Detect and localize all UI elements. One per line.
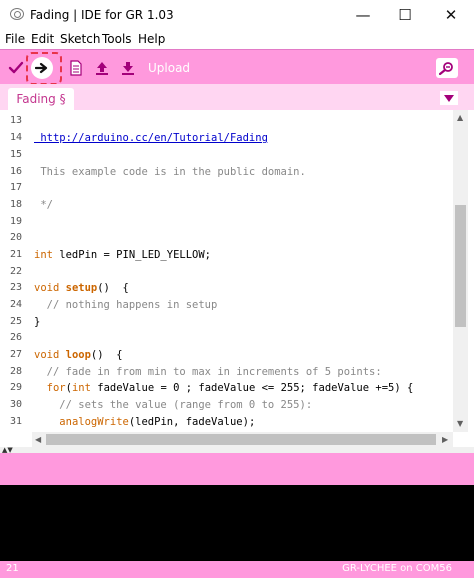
up-arrow-icon	[96, 62, 108, 75]
code-line-21: int ledPin = PIN_LED_YELLOW;	[34, 249, 212, 261]
line-number: 18	[9, 199, 22, 210]
code-line-27: void loop() {	[34, 349, 123, 361]
verify-button[interactable]	[6, 58, 26, 78]
line-number: 27	[9, 349, 22, 360]
code-line-29: for(int fadeValue = 0 ; fadeValue <= 255…	[46, 382, 414, 394]
triangle-down-icon	[444, 94, 454, 102]
serial-monitor-button[interactable]	[436, 58, 458, 78]
menu-help[interactable]: Help	[138, 32, 165, 46]
line-number: 26	[9, 332, 22, 343]
line-number: 30	[9, 399, 22, 410]
scroll-right-arrow-icon[interactable]: ▶	[442, 435, 448, 445]
tab-strip: Fading §	[0, 84, 474, 110]
horizontal-scrollbar[interactable]: ◀ ▶	[32, 432, 453, 447]
code-editor[interactable]: 13 14 15 16 17 18 19 20 21 22 23 24 25 2…	[0, 110, 474, 448]
line-number: 25	[9, 316, 22, 327]
message-area	[0, 453, 474, 485]
menu-bar: File Edit Sketch Tools Help	[0, 30, 474, 48]
minimize-button[interactable]: —	[350, 4, 376, 26]
line-number: 17	[9, 182, 22, 193]
window-title: Fading | IDE for GR 1.03	[30, 8, 174, 22]
line-number: 13	[9, 115, 22, 126]
board-port-label: GR-LYCHEE on COM56	[342, 563, 452, 574]
code-line-16: This example code is in the public domai…	[34, 166, 306, 178]
toolbar-hover-label: Upload	[148, 61, 191, 75]
code-line-23: void setup() {	[34, 282, 129, 294]
line-number: 14	[9, 132, 22, 143]
vertical-scrollbar[interactable]: ▲ ▼	[453, 110, 468, 432]
line-number: 22	[9, 266, 22, 277]
vertical-scroll-thumb[interactable]	[455, 205, 466, 327]
toolbar: Upload	[0, 49, 474, 84]
line-number: 19	[9, 216, 22, 227]
app-icon	[10, 8, 24, 20]
save-button[interactable]	[118, 58, 138, 78]
code-line-18: */	[34, 199, 53, 211]
code-line-25: }	[34, 316, 41, 328]
console-output[interactable]	[0, 485, 474, 561]
document-icon	[70, 60, 82, 76]
line-number: 29	[9, 382, 22, 393]
tab-fading[interactable]: Fading §	[8, 88, 74, 110]
line-number: 16	[9, 166, 22, 177]
new-button[interactable]	[66, 58, 86, 78]
line-number: 21	[9, 249, 22, 260]
maximize-button[interactable]: ☐	[392, 4, 418, 26]
menu-tools[interactable]: Tools	[102, 32, 132, 46]
line-number: 31	[9, 416, 22, 427]
menu-sketch[interactable]: Sketch	[60, 32, 100, 46]
horizontal-scroll-thumb[interactable]	[46, 434, 436, 445]
line-number: 23	[9, 282, 22, 293]
code-line-31: analogWrite(ledPin, fadeValue);	[59, 416, 256, 428]
line-number: 28	[9, 366, 22, 377]
line-number: 20	[9, 232, 22, 243]
open-button[interactable]	[92, 58, 112, 78]
magnifier-icon	[439, 62, 453, 75]
close-button[interactable]: ✕	[438, 4, 464, 26]
scroll-left-arrow-icon[interactable]: ◀	[35, 435, 41, 445]
scroll-up-arrow-icon[interactable]: ▲	[457, 113, 463, 123]
upload-button-highlight	[26, 52, 62, 85]
line-number: 15	[9, 149, 22, 160]
scroll-down-arrow-icon[interactable]: ▼	[457, 419, 463, 429]
line-number-gutter: 13 14 15 16 17 18 19 20 21 22 23 24 25 2…	[0, 110, 30, 440]
title-bar: Fading | IDE for GR 1.03 — ☐ ✕	[0, 0, 474, 30]
down-arrow-icon	[122, 62, 134, 75]
code-line-14[interactable]: http://arduino.cc/en/Tutorial/Fading	[34, 132, 268, 144]
check-icon	[8, 61, 24, 74]
current-line-number: 21	[6, 563, 19, 574]
code-line-24: // nothing happens in setup	[34, 299, 218, 311]
menu-file[interactable]: File	[5, 32, 25, 46]
line-number: 24	[9, 299, 22, 310]
code-line-30: // sets the value (range from 0 to 255):	[34, 399, 313, 411]
tab-menu-button[interactable]	[440, 91, 458, 105]
menu-edit[interactable]: Edit	[31, 32, 54, 46]
code-line-28: // fade in from min to max in increments…	[34, 366, 382, 378]
status-bar: 21 GR-LYCHEE on COM56	[0, 561, 474, 578]
